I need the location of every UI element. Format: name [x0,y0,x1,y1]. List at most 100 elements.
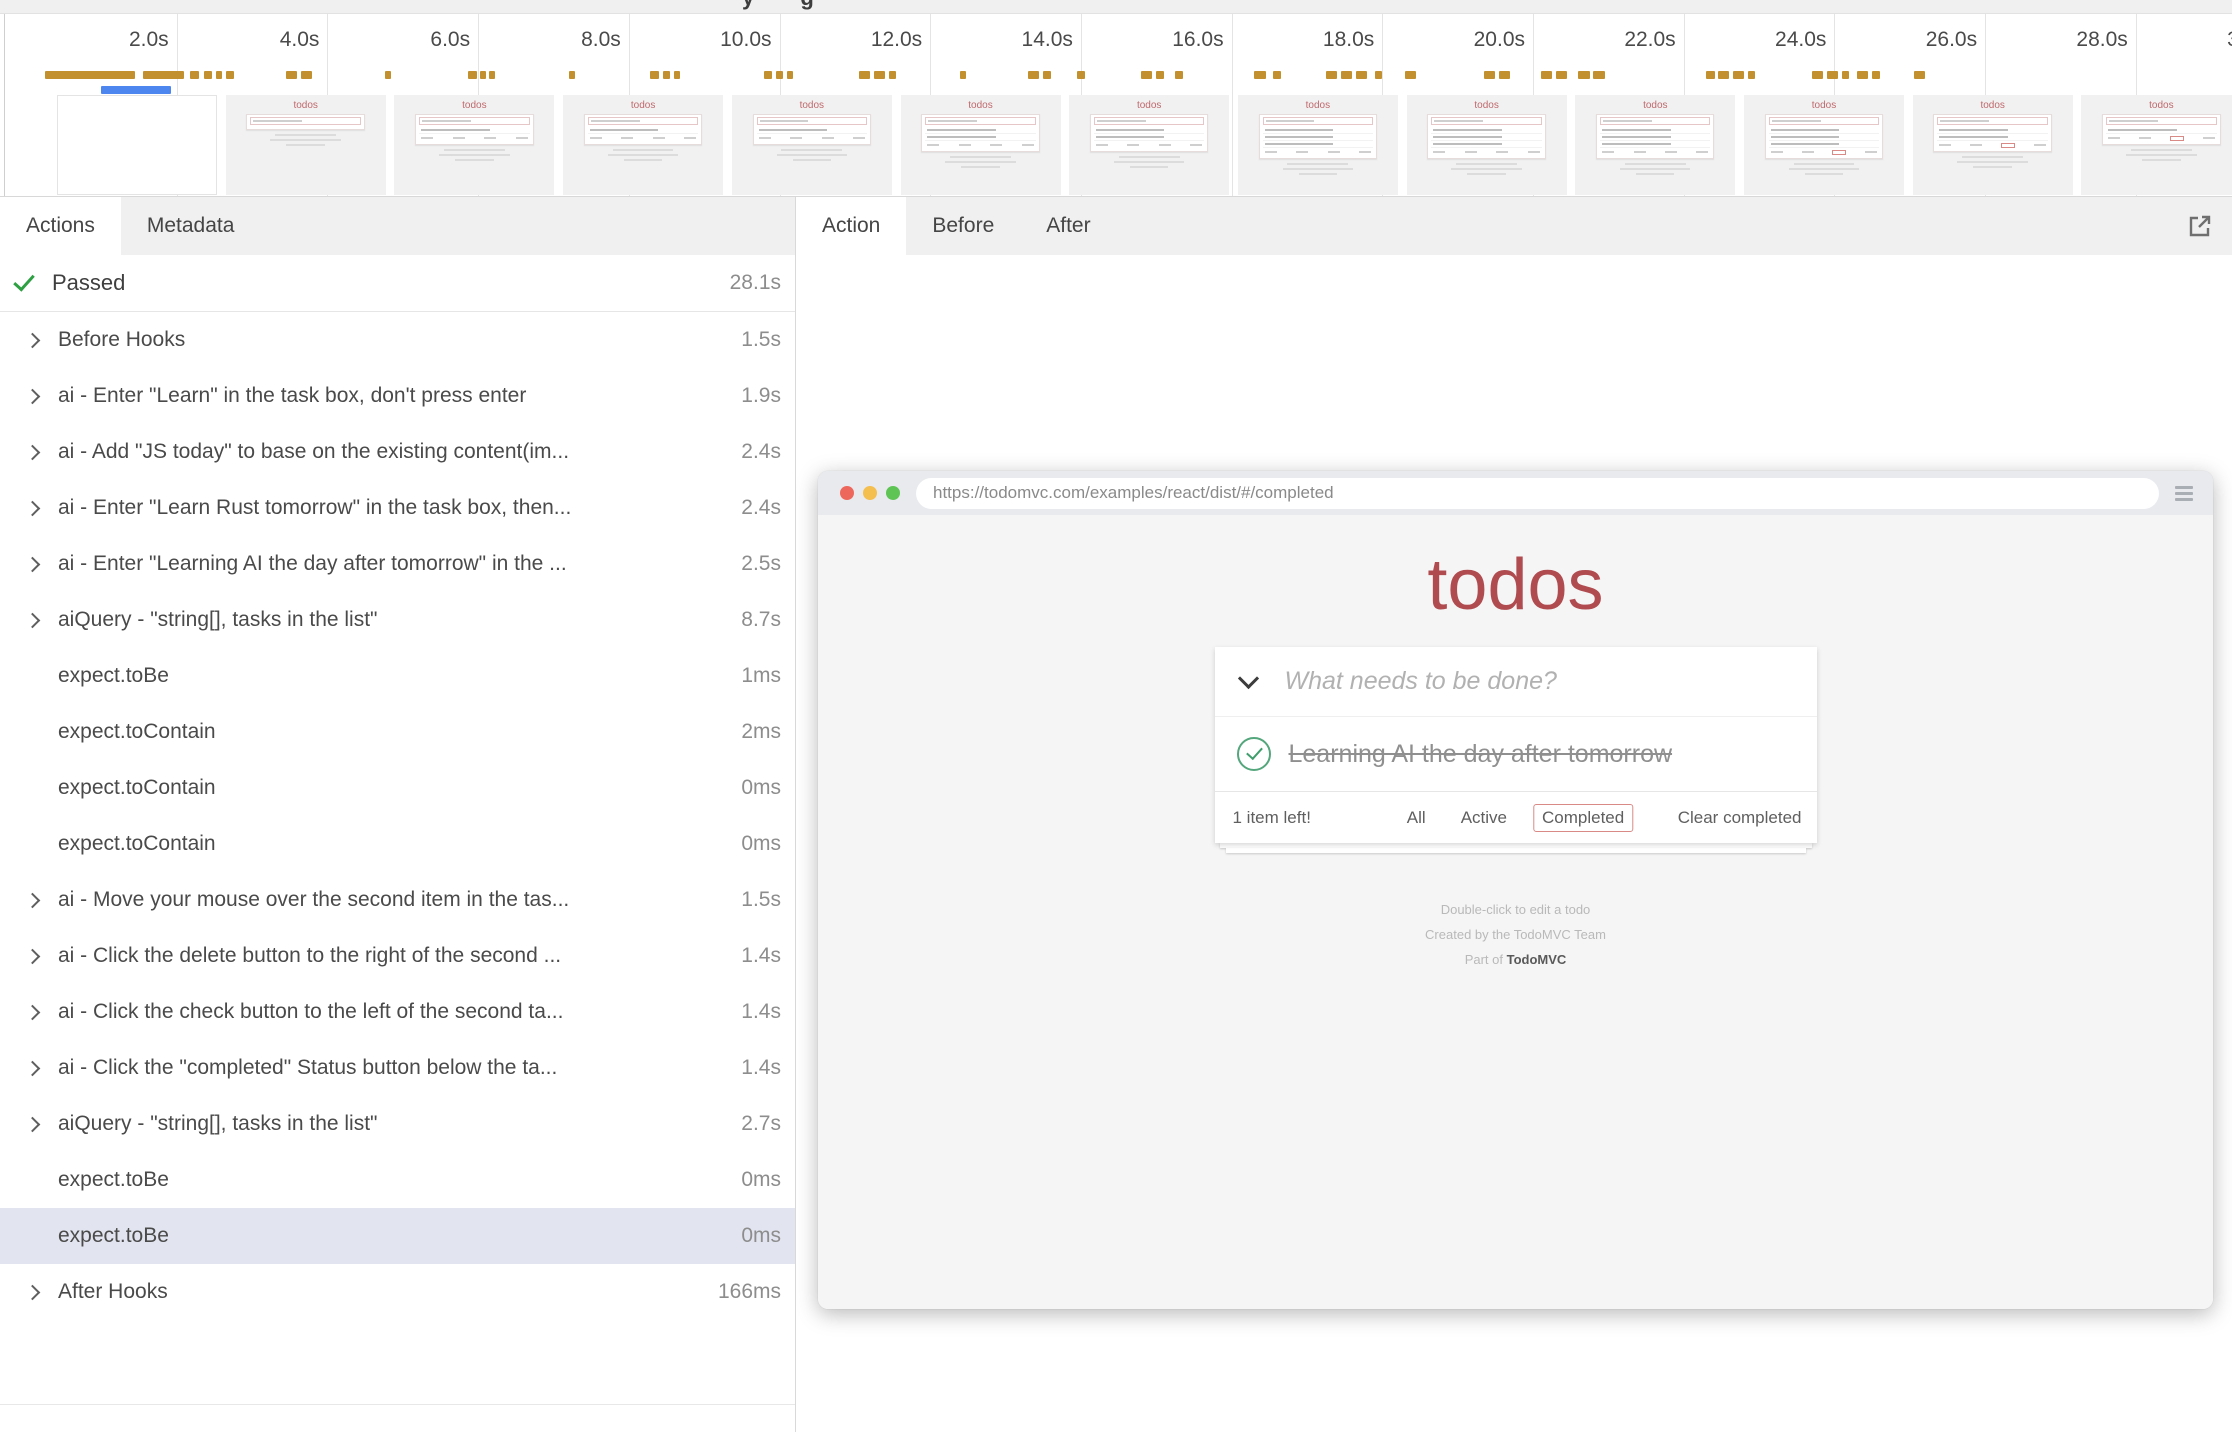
thumbnail-footer-dash [421,137,433,139]
filmstrip-thumbnail[interactable]: todos [1407,95,1567,195]
thumbnail-input-text [2109,120,2158,122]
test-status-row[interactable]: Passed 28.1s [0,255,795,312]
chevron-right-icon[interactable] [25,892,41,908]
close-traffic-light[interactable] [840,486,854,500]
timeline-action-marker [286,71,297,79]
chevron-right-icon[interactable] [25,1004,41,1020]
thumbnail-footer-dash [1634,151,1646,153]
action-row[interactable]: expect.toBe 1ms [0,648,795,704]
action-row[interactable]: After Hooks 166ms [0,1264,795,1320]
info-line: Created by the TodoMVC Team [818,922,2213,947]
chevron-right-icon[interactable] [25,556,41,572]
thumbnail-todo-item [1600,141,1710,148]
chevron-right-icon[interactable] [25,500,41,516]
chevron-right-icon[interactable] [25,612,41,628]
timeline-action-marker [1156,71,1164,79]
action-row[interactable]: expect.toContain 0ms [0,760,795,816]
timeline-selected-range-bar[interactable] [101,86,170,94]
action-row[interactable]: expect.toBe 0ms [0,1208,795,1264]
snapshot-browser-window[interactable]: https://todomvc.com/examples/react/dist/… [818,471,2213,1309]
filmstrip-thumbnail[interactable]: todos [901,95,1061,195]
action-row[interactable]: Before Hooks 1.5s [0,312,795,368]
thumbnail-footer-dash [959,144,971,146]
action-duration: 2.4s [741,496,781,520]
chevron-right-icon[interactable] [25,444,41,460]
chevron-right-icon[interactable] [25,1284,41,1300]
zoom-traffic-light[interactable] [886,486,900,500]
thumbnail-item-text [1771,129,1839,131]
filmstrip-thumbnail[interactable]: todos [1913,95,2073,195]
toggle-all-chevron-icon[interactable] [1237,668,1258,689]
left-panel-tab[interactable]: Actions [0,197,121,255]
chevron-right-icon[interactable] [25,332,41,348]
filmstrip-thumbnail[interactable]: todos [394,95,554,195]
filter-button[interactable]: Completed [1533,804,1633,832]
action-duration: 1.9s [741,384,781,408]
left-panel-tab[interactable]: Metadata [121,197,261,255]
snapshot-tab[interactable]: Before [906,197,1020,255]
thumbnail-input-text [1940,120,1989,122]
timeline-track[interactable]: 2.0s4.0s6.0s8.0s10.0s12.0s14.0s16.0s18.0… [0,14,2232,197]
thumbnail-footer-dash [1602,151,1614,153]
thumbnail-footer-dash [684,137,696,139]
action-row[interactable]: ai - Add "JS today" to base on the exist… [0,424,795,480]
thumbnail-footer-dash [1328,151,1340,153]
clear-completed-button[interactable]: Clear completed [1678,808,1802,828]
action-row[interactable]: ai - Click the "completed" Status button… [0,1040,795,1096]
chevron-right-icon[interactable] [25,948,41,964]
filmstrip-thumbnail[interactable]: todos [1575,95,1735,195]
timeline-action-marker [569,71,575,79]
action-row[interactable]: expect.toContain 2ms [0,704,795,760]
action-row[interactable]: ai - Enter "Learn" in the task box, don'… [0,368,795,424]
snapshot-tab[interactable]: Action [796,197,906,255]
info-line: Part of TodoMVC [818,947,2213,972]
address-bar[interactable]: https://todomvc.com/examples/react/dist/… [916,478,2159,509]
filmstrip-thumbnail[interactable] [57,95,217,195]
filter-button[interactable]: Active [1452,804,1516,832]
chevron-right-icon[interactable] [25,1116,41,1132]
new-todo-row: What needs to be done? [1215,647,1817,717]
chevron-right-icon[interactable] [25,1060,41,1076]
timeline-action-marker [1578,71,1589,79]
todo-completed-checkbox[interactable] [1237,737,1271,771]
status-label: Passed [52,270,722,296]
timeline-action-marker [874,71,885,79]
filmstrip-thumbnail[interactable]: todos [2081,95,2232,195]
action-row[interactable]: ai - Enter "Learning AI the day after to… [0,536,795,592]
new-todo-input[interactable]: What needs to be done? [1285,667,1557,696]
thumbnail-todos-title: todos [901,100,1061,111]
action-row[interactable]: expect.toBe 0ms [0,1152,795,1208]
filmstrip-thumbnail[interactable]: todos [226,95,386,195]
action-row[interactable]: aiQuery - "string[], tasks in the list" … [0,1096,795,1152]
thumbnail-footer-dash [822,137,834,139]
action-row[interactable]: ai - Click the check button to the left … [0,984,795,1040]
action-duration: 1.4s [741,1000,781,1024]
action-row[interactable]: ai - Click the delete button to the righ… [0,928,795,984]
filmstrip-thumbnail[interactable]: todos [1238,95,1398,195]
open-snapshot-external-button[interactable] [2184,210,2216,242]
action-row[interactable]: expect.toContain 0ms [0,816,795,872]
action-duration: 0ms [741,1224,781,1248]
thumbnail-footer-dash [1096,144,1108,146]
action-row[interactable]: ai - Move your mouse over the second ite… [0,872,795,928]
thumbnail-item-text [927,129,995,131]
filmstrip-thumbnail[interactable]: todos [563,95,723,195]
thumbnail-footer-dash [1665,151,1677,153]
hamburger-menu-icon[interactable] [2175,483,2193,504]
thumbnail-todos-title: todos [226,100,386,111]
action-row[interactable]: ai - Enter "Learn Rust tomorrow" in the … [0,480,795,536]
filter-button[interactable]: All [1398,804,1435,832]
thumbnail-footer-dash [1865,151,1877,153]
thumbnail-info-lines [226,134,386,146]
thumbnail-footer-dash [1802,151,1814,153]
action-label: ai - Click the "completed" Status button… [58,1056,733,1080]
chevron-right-icon[interactable] [25,388,41,404]
action-label: ai - Click the check button to the left … [58,1000,733,1024]
thumbnail-todo-item [1094,134,1204,141]
minimize-traffic-light[interactable] [863,486,877,500]
action-row[interactable]: aiQuery - "string[], tasks in the list" … [0,592,795,648]
filmstrip-thumbnail[interactable]: todos [732,95,892,195]
snapshot-tab[interactable]: After [1020,197,1116,255]
filmstrip-thumbnail[interactable]: todos [1744,95,1904,195]
filmstrip-thumbnail[interactable]: todos [1069,95,1229,195]
